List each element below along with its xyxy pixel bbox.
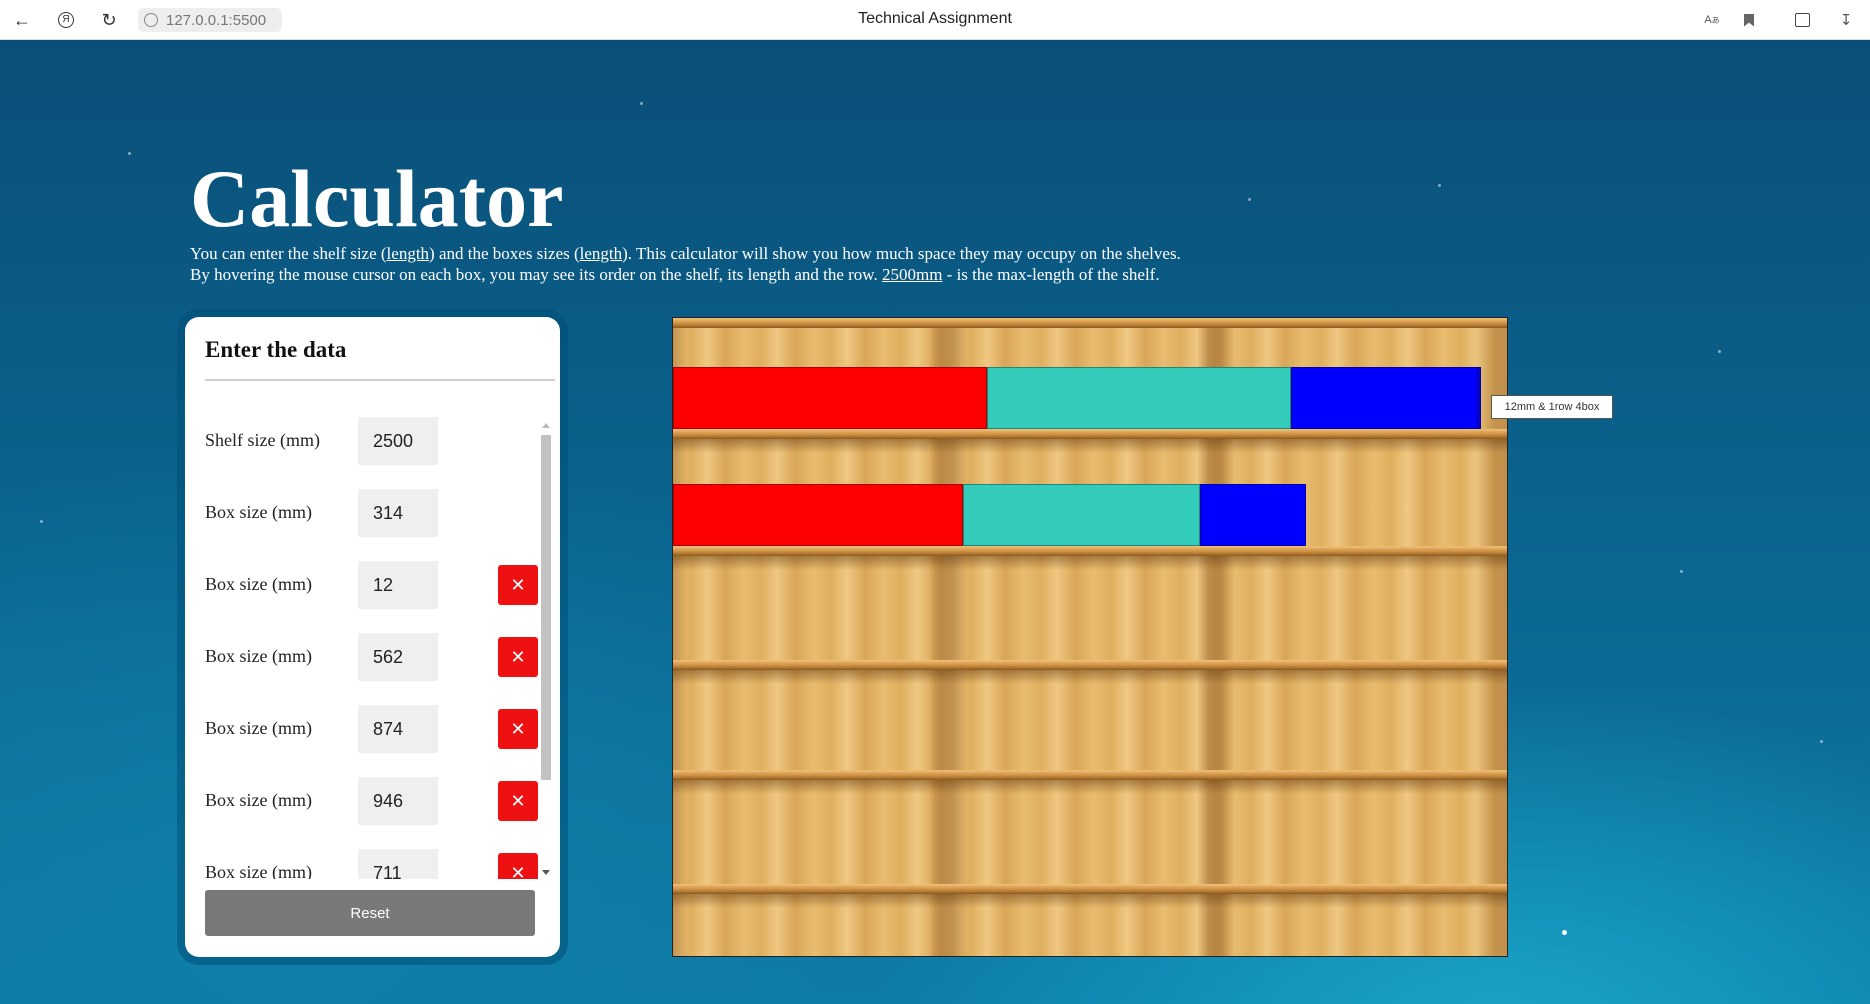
description-text: ) and the boxes sizes ( — [429, 244, 580, 263]
scroll-down-arrow-icon[interactable] — [542, 870, 550, 875]
scrollbar-thumb[interactable] — [541, 435, 551, 780]
inputs-scrollbar[interactable] — [539, 419, 553, 879]
shelf-plank — [673, 884, 1507, 894]
shelf-size-label: Shelf size (mm) — [205, 430, 320, 450]
box-size-input[interactable] — [358, 489, 438, 537]
tab-title: Technical Assignment — [858, 10, 1012, 27]
box-size-row: Box size (mm) ✕ — [205, 777, 538, 825]
box-size-label: Box size (mm) — [205, 718, 312, 738]
delete-box-button[interactable]: ✕ — [498, 853, 538, 879]
collections-icon[interactable] — [1790, 9, 1814, 31]
plank-shadow — [673, 670, 1507, 684]
box-size-label: Box size (mm) — [205, 574, 312, 594]
star-decoration — [1680, 570, 1683, 573]
page-description: You can enter the shelf size (length) an… — [190, 243, 1390, 285]
shelf-plank — [673, 770, 1507, 780]
page-title: Calculator — [190, 153, 564, 244]
shelf-plank — [673, 660, 1507, 670]
description-text: - is the max-length of the shelf. — [942, 265, 1160, 284]
shelf-box[interactable] — [1291, 367, 1478, 429]
delete-box-button[interactable]: ✕ — [498, 565, 538, 605]
shelf-size-row: Shelf size (mm) — [205, 417, 525, 465]
plank-shadow — [673, 894, 1507, 908]
shelf-plank — [673, 429, 1507, 439]
bookshelf — [672, 317, 1508, 957]
star-decoration — [1820, 740, 1823, 743]
length-underlined: length — [386, 244, 430, 263]
star-decoration — [640, 102, 643, 105]
star-decoration — [40, 520, 43, 523]
description-text: By hovering the mouse cursor on each box… — [190, 265, 882, 284]
shelf-box[interactable] — [963, 484, 1200, 546]
max-length-underlined: 2500mm — [881, 265, 943, 284]
shelf-size-input[interactable] — [358, 417, 438, 465]
box-tooltip: 12mm & 1row 4box — [1491, 395, 1613, 419]
shelf-plank — [673, 318, 1507, 328]
box-size-input[interactable] — [358, 705, 438, 753]
shelf-box[interactable] — [1200, 484, 1306, 546]
description-text: You can enter the shelf size ( — [190, 244, 387, 263]
star-decoration — [128, 152, 131, 155]
star-decoration — [1562, 930, 1567, 935]
delete-box-button[interactable]: ✕ — [498, 637, 538, 677]
shelf-box-hovered[interactable] — [1478, 367, 1481, 429]
box-size-label: Box size (mm) — [205, 862, 312, 879]
scroll-up-arrow-icon[interactable] — [542, 423, 550, 428]
box-size-input[interactable] — [358, 849, 438, 879]
box-size-row: Box size (mm) ✕ — [205, 633, 538, 681]
box-size-row: Box size (mm) ✕ — [205, 561, 538, 609]
plank-shadow — [673, 439, 1507, 453]
translate-icon[interactable]: Aあ — [1700, 9, 1724, 31]
plank-shadow — [673, 780, 1507, 794]
bookmark-icon[interactable] — [1737, 9, 1761, 31]
box-size-label: Box size (mm) — [205, 646, 312, 666]
box-size-row: Box size (mm) ✕ — [205, 849, 538, 879]
shelf-box[interactable] — [987, 367, 1291, 429]
description-line-2: By hovering the mouse cursor on each box… — [190, 264, 1390, 285]
download-icon[interactable]: ↧ — [1834, 9, 1858, 31]
box-size-row: Box size (mm) — [205, 489, 525, 537]
box-size-label: Box size (mm) — [205, 502, 312, 522]
reset-button[interactable]: Reset — [205, 890, 535, 936]
inputs-list[interactable]: Shelf size (mm) Box size (mm) Box size (… — [185, 417, 545, 879]
description-text: ). This calculator will show you how muc… — [622, 244, 1181, 263]
panel-title: Enter the data — [205, 337, 347, 362]
star-decoration — [1438, 184, 1441, 187]
box-size-row: Box size (mm) ✕ — [205, 705, 538, 753]
star-decoration — [1718, 350, 1721, 353]
box-size-input[interactable] — [358, 561, 438, 609]
box-size-input[interactable] — [358, 777, 438, 825]
shelf-plank — [673, 546, 1507, 556]
delete-box-button[interactable]: ✕ — [498, 781, 538, 821]
data-entry-panel: Enter the data Shelf size (mm) Box size … — [185, 317, 560, 957]
box-size-label: Box size (mm) — [205, 790, 312, 810]
delete-box-button[interactable]: ✕ — [498, 709, 538, 749]
star-decoration — [1248, 198, 1251, 201]
description-line-1: You can enter the shelf size (length) an… — [190, 243, 1390, 264]
box-size-input[interactable] — [358, 633, 438, 681]
length-underlined: length — [579, 244, 623, 263]
shelf-box[interactable] — [673, 484, 963, 546]
browser-toolbar: ← Я ↻ 127.0.0.1:5500 Technical Assignmen… — [0, 0, 1870, 40]
plank-shadow — [673, 556, 1507, 570]
shelf-box[interactable] — [673, 367, 987, 429]
panel-divider — [205, 379, 555, 381]
